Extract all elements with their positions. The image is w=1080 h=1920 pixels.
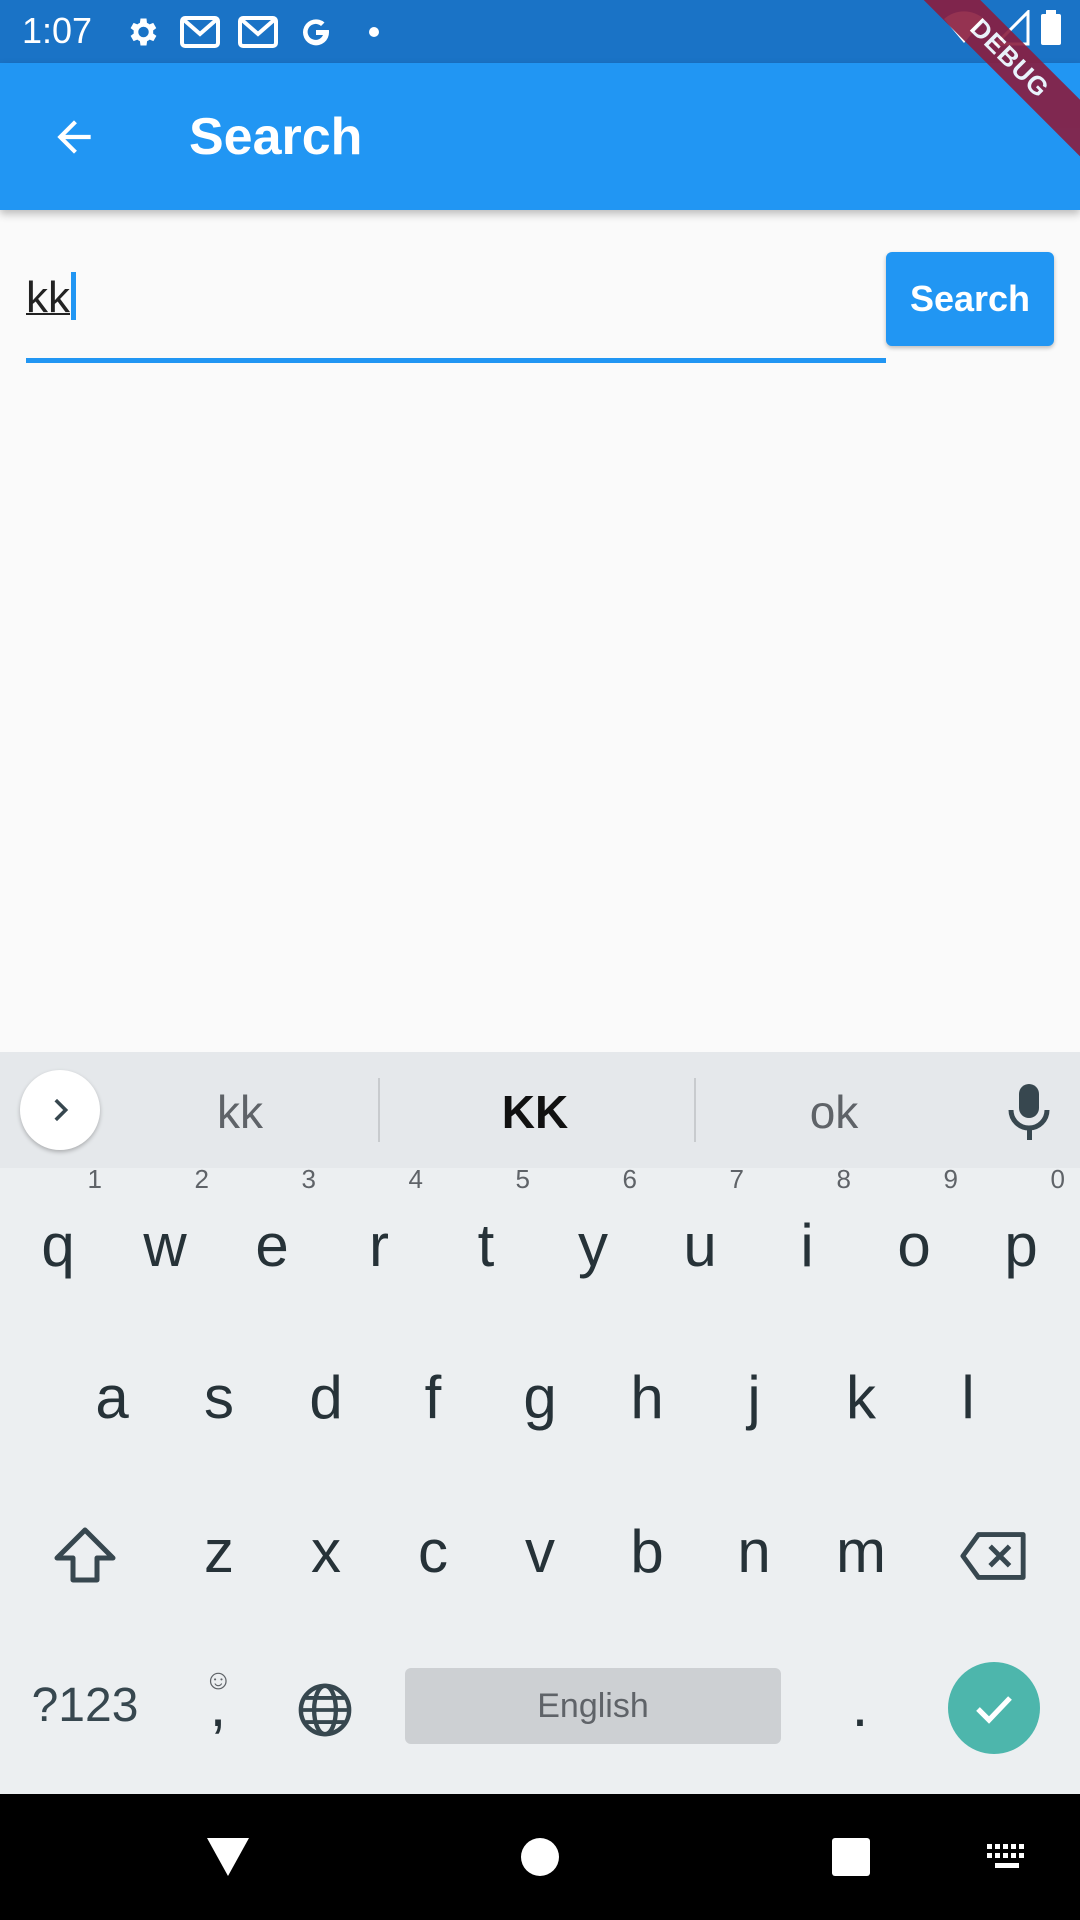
period-key[interactable]: .: [810, 1646, 910, 1766]
key-hint: 7: [729, 1164, 744, 1194]
key-k[interactable]: k: [811, 1338, 911, 1458]
search-input[interactable]: kk: [26, 250, 886, 365]
globe-icon: [298, 1683, 352, 1737]
key-label: y: [578, 1212, 608, 1279]
key-hint: 8: [836, 1164, 851, 1194]
comma-emoji-key[interactable]: ☺ ,: [168, 1646, 268, 1766]
key-e[interactable]: e3: [222, 1164, 322, 1306]
battery-icon: [1040, 10, 1062, 51]
key-label: o: [897, 1212, 931, 1279]
key-u[interactable]: u7: [650, 1164, 750, 1306]
key-label: w: [143, 1212, 187, 1279]
status-time: 1:07: [22, 10, 93, 51]
key-m[interactable]: m: [811, 1492, 911, 1612]
suggestion-divider: [378, 1078, 380, 1142]
key-label: p: [1004, 1212, 1038, 1279]
search-value: kk: [26, 273, 70, 322]
shift-key[interactable]: [35, 1492, 135, 1612]
text-cursor: [71, 272, 76, 320]
key-n[interactable]: n: [704, 1492, 804, 1612]
key-i[interactable]: i8: [757, 1164, 857, 1306]
language-key[interactable]: [275, 1646, 375, 1766]
key-c[interactable]: c: [383, 1492, 483, 1612]
key-g[interactable]: g: [490, 1338, 590, 1458]
triangle-down-icon: [207, 1838, 249, 1876]
status-bar: 1:07: [0, 0, 1080, 63]
key-t[interactable]: t5: [436, 1164, 536, 1306]
key-j[interactable]: j: [704, 1338, 804, 1458]
backspace-key[interactable]: [944, 1492, 1044, 1612]
notification-icons: [120, 12, 396, 52]
key-y[interactable]: y6: [543, 1164, 643, 1306]
key-h[interactable]: h: [597, 1338, 697, 1458]
suggestion-1[interactable]: kk: [160, 1082, 320, 1142]
shift-icon: [54, 1527, 116, 1583]
key-d[interactable]: d: [276, 1338, 376, 1458]
key-label: i: [800, 1212, 814, 1279]
key-f[interactable]: f: [383, 1338, 483, 1458]
key-o[interactable]: o9: [864, 1164, 964, 1306]
key-hint: 5: [515, 1164, 530, 1194]
soft-keyboard: kk KK ok q1 w2 e3 r4 t5 y6 u7 i8 o9 p0 a…: [0, 1052, 1080, 1794]
back-button[interactable]: [34, 101, 114, 173]
key-p[interactable]: p0: [971, 1164, 1071, 1306]
search-underline: [26, 358, 886, 363]
key-v[interactable]: v: [490, 1492, 590, 1612]
key-l[interactable]: l: [918, 1338, 1018, 1458]
key-b[interactable]: b: [597, 1492, 697, 1612]
navigation-bar: [0, 1794, 1080, 1920]
emoji-icon: ☺: [204, 1664, 233, 1695]
key-hint: 9: [943, 1164, 958, 1194]
gear-icon: [120, 12, 164, 52]
back-nav-button[interactable]: [195, 1824, 261, 1890]
backspace-icon: [960, 1532, 1026, 1580]
chevron-right-icon: [54, 1098, 69, 1122]
key-hint: 4: [408, 1164, 423, 1194]
dot-icon: [352, 12, 396, 52]
microphone-icon[interactable]: [1004, 1082, 1054, 1142]
keyboard-switch-button[interactable]: [974, 1824, 1040, 1890]
key-hint: 2: [194, 1164, 209, 1194]
app-bar: Search: [0, 63, 1080, 210]
suggestion-3[interactable]: ok: [754, 1082, 914, 1142]
key-label: q: [41, 1212, 75, 1279]
key-z[interactable]: z: [169, 1492, 269, 1612]
key-x[interactable]: x: [276, 1492, 376, 1612]
key-label: t: [477, 1212, 495, 1279]
arrow-back-icon: [57, 120, 91, 154]
suggestion-2[interactable]: KK: [455, 1082, 615, 1142]
symbols-key[interactable]: ?123: [20, 1646, 150, 1766]
home-nav-button[interactable]: [507, 1824, 573, 1890]
key-hint: 6: [622, 1164, 637, 1194]
key-hint: 0: [1050, 1164, 1065, 1194]
expand-toolbar-button[interactable]: [20, 1070, 100, 1150]
key-a[interactable]: a: [62, 1338, 162, 1458]
key-hint: 1: [87, 1164, 102, 1194]
suggestion-bar: kk KK ok: [0, 1052, 1080, 1168]
key-w[interactable]: w2: [115, 1164, 215, 1306]
check-icon: [976, 1696, 1012, 1724]
key-hint: 3: [301, 1164, 316, 1194]
suggestion-divider: [694, 1078, 696, 1142]
recents-nav-button[interactable]: [818, 1824, 884, 1890]
key-r[interactable]: r4: [329, 1164, 429, 1306]
page-title: Search: [189, 108, 363, 166]
square-icon: [832, 1838, 870, 1876]
space-key[interactable]: English: [405, 1668, 781, 1744]
search-button[interactable]: Search: [886, 252, 1054, 346]
gmail-icon: [236, 12, 280, 52]
key-label: u: [683, 1212, 717, 1279]
gmail-icon: [178, 12, 222, 52]
keyboard-icon: [987, 1844, 1024, 1868]
circle-icon: [521, 1838, 559, 1876]
key-q[interactable]: q1: [8, 1164, 108, 1306]
key-s[interactable]: s: [169, 1338, 269, 1458]
key-label: e: [255, 1212, 289, 1279]
google-icon: [294, 12, 338, 52]
key-label: r: [369, 1212, 389, 1279]
search-input-text[interactable]: kk: [26, 272, 76, 324]
done-key[interactable]: [948, 1662, 1040, 1754]
